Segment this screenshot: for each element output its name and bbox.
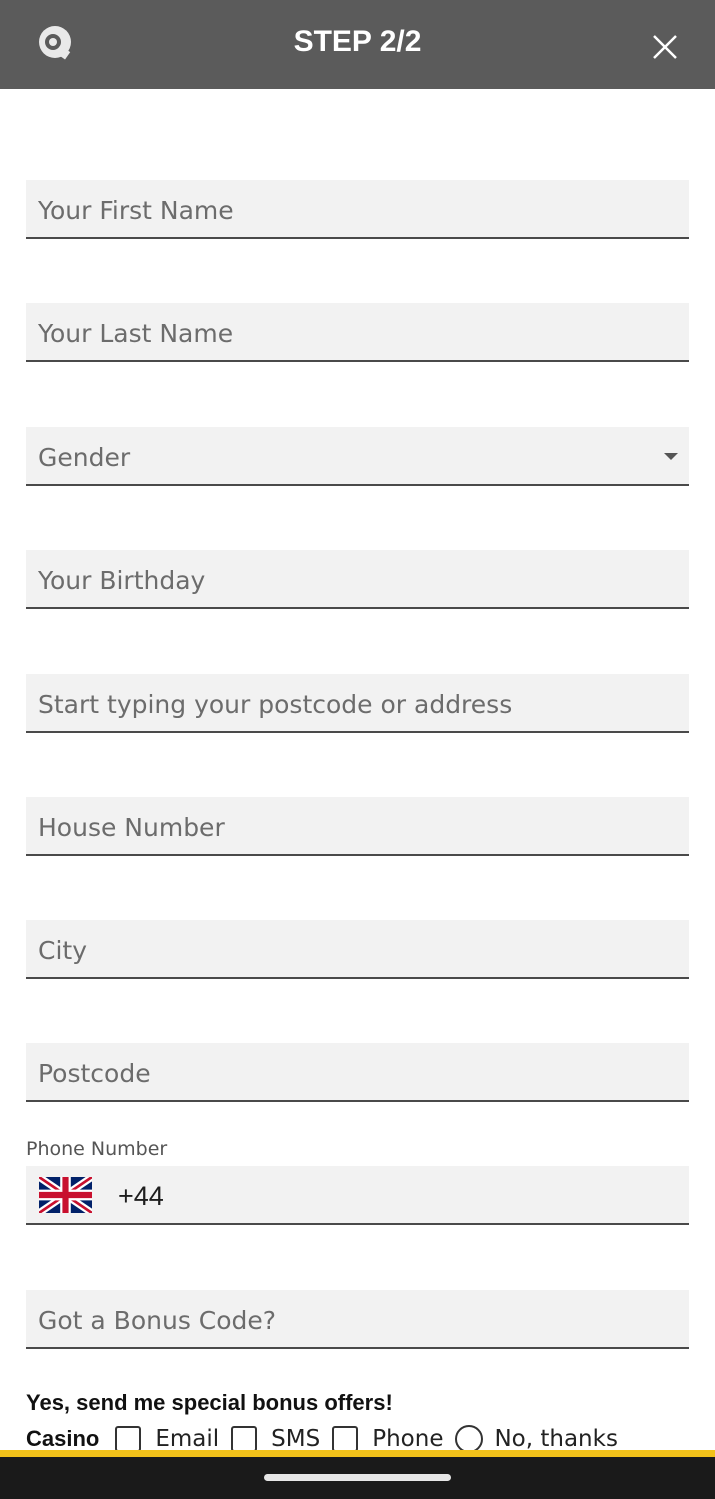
phone-number-label: Phone Number — [26, 1138, 168, 1160]
bonus-code-placeholder: Got a Bonus Code? — [38, 1306, 277, 1335]
city-placeholder: City — [38, 936, 87, 965]
uk-flag-icon[interactable] — [39, 1177, 92, 1213]
no-thanks-radio[interactable] — [455, 1425, 484, 1453]
address-search-field[interactable]: Start typing your postcode or address — [26, 674, 689, 733]
birthday-field[interactable]: Your Birthday — [26, 550, 689, 609]
first-name-field[interactable]: Your First Name — [26, 180, 689, 239]
no-thanks-option[interactable]: No, thanks — [455, 1425, 618, 1453]
gender-select[interactable]: Gender — [26, 427, 689, 486]
last-name-placeholder: Your Last Name — [38, 319, 234, 348]
sms-option-label: SMS — [271, 1426, 321, 1452]
phone-country-code: +44 — [118, 1181, 164, 1211]
postcode-field[interactable]: Postcode — [26, 1043, 689, 1102]
house-number-placeholder: House Number — [38, 813, 225, 842]
postcode-placeholder: Postcode — [38, 1059, 151, 1088]
house-number-field[interactable]: House Number — [26, 797, 689, 856]
step-title: STEP 2/2 — [293, 25, 422, 58]
phone-number-field[interactable]: +44 — [26, 1166, 689, 1225]
email-option-label: Email — [155, 1426, 220, 1452]
birthday-placeholder: Your Birthday — [38, 566, 206, 595]
address-placeholder: Start typing your postcode or address — [38, 690, 513, 719]
last-name-field[interactable]: Your Last Name — [26, 303, 689, 362]
chevron-down-icon — [664, 453, 678, 460]
bonus-offers-heading: Yes, send me special bonus offers! — [26, 1390, 393, 1415]
sms-checkbox[interactable] — [231, 1426, 258, 1452]
phone-option-label: Phone — [372, 1426, 444, 1452]
phone-option[interactable]: Phone — [332, 1426, 443, 1452]
city-field[interactable]: City — [26, 920, 689, 979]
header-bar: STEP 2/2 — [0, 0, 715, 89]
close-icon[interactable] — [650, 32, 680, 62]
gender-placeholder: Gender — [38, 443, 131, 472]
sms-option[interactable]: SMS — [231, 1426, 320, 1452]
casino-label: Casino — [26, 1426, 100, 1451]
email-checkbox[interactable] — [115, 1426, 142, 1452]
home-indicator[interactable] — [264, 1474, 451, 1481]
phone-checkbox[interactable] — [332, 1426, 359, 1452]
bonus-code-field[interactable]: Got a Bonus Code? — [26, 1290, 689, 1349]
email-option[interactable]: Email — [115, 1426, 219, 1452]
no-thanks-label: No, thanks — [494, 1426, 618, 1452]
first-name-placeholder: Your First Name — [38, 196, 234, 225]
